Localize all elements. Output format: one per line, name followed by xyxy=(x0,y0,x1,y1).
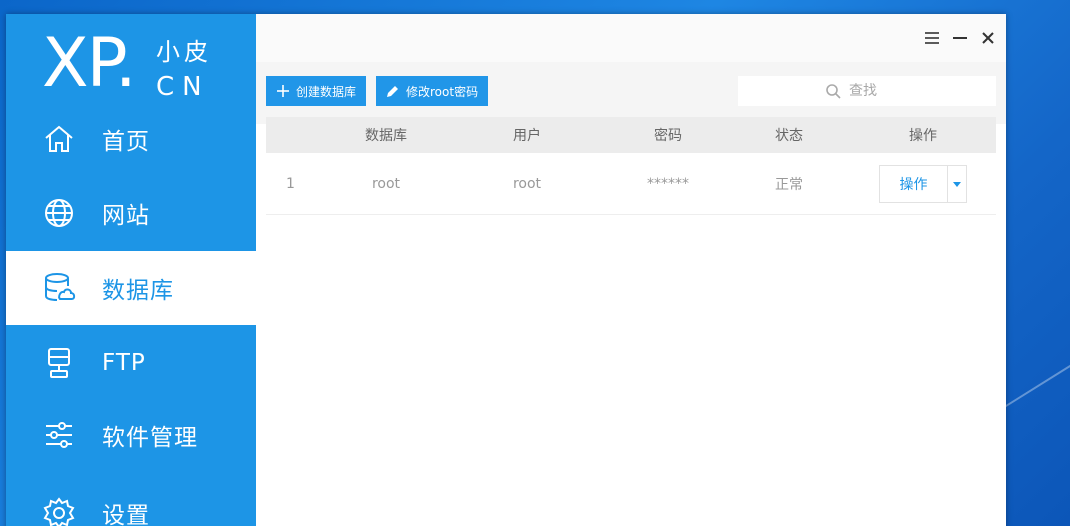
logo: XP. 小皮 CN xyxy=(42,24,232,106)
table-row: 1 root root ****** 正常 操作 xyxy=(266,153,996,215)
row-action-cell: 操作 xyxy=(850,164,996,203)
sliders-icon xyxy=(42,418,76,452)
search-input[interactable] xyxy=(849,83,909,99)
gear-icon xyxy=(42,496,76,526)
create-database-button[interactable]: 创建数据库 xyxy=(266,76,367,106)
row-user: root xyxy=(512,175,542,192)
sidebar-item-label: 首页 xyxy=(102,129,150,155)
main-panel: 创建数据库 修改root密码 数据库 用户 密码 状态 操作 1 root xyxy=(256,14,1006,526)
sidebar: XP. 小皮 CN 首页 网站 数据库 FTP 软件管理 设置 xyxy=(6,14,256,526)
ftp-icon xyxy=(42,346,76,380)
app-window: XP. 小皮 CN 首页 网站 数据库 FTP 软件管理 设置 创建数据库 修改… xyxy=(6,14,1006,526)
sidebar-item-label: 数据库 xyxy=(102,278,174,304)
sidebar-item-home[interactable]: 首页 xyxy=(6,102,256,176)
sidebar-item-software[interactable]: 软件管理 xyxy=(6,398,256,472)
menu-icon[interactable] xyxy=(920,28,944,48)
row-password: ****** xyxy=(647,175,689,192)
table-header: 数据库 用户 密码 状态 操作 xyxy=(266,117,996,153)
home-icon xyxy=(42,122,76,156)
sidebar-item-database[interactable]: 数据库 xyxy=(6,251,256,325)
action-button[interactable]: 操作 xyxy=(880,165,948,202)
header-database: 数据库 xyxy=(365,128,407,144)
search-box[interactable] xyxy=(738,76,996,106)
sidebar-item-ftp[interactable]: FTP xyxy=(6,326,256,400)
title-bar xyxy=(256,14,1006,62)
sidebar-item-settings[interactable]: 设置 xyxy=(6,476,256,526)
toolbar: 创建数据库 修改root密码 xyxy=(266,76,489,106)
database-table: 数据库 用户 密码 状态 操作 1 root root ****** 正常 操作 xyxy=(266,117,996,215)
header-user: 用户 xyxy=(513,128,541,144)
change-root-password-button[interactable]: 修改root密码 xyxy=(376,76,489,106)
database-icon xyxy=(42,271,76,305)
row-database: root xyxy=(371,175,401,192)
search-icon xyxy=(826,84,841,99)
logo-brand: XP. xyxy=(42,24,137,103)
action-button-group: 操作 xyxy=(879,164,967,203)
sidebar-item-website[interactable]: 网站 xyxy=(6,176,256,250)
chevron-down-icon[interactable] xyxy=(948,166,966,202)
header-status: 状态 xyxy=(775,128,803,144)
row-index: 1 xyxy=(286,175,295,192)
header-action: 操作 xyxy=(909,128,937,144)
logo-domain: CN xyxy=(156,72,210,102)
header-password: 密码 xyxy=(654,128,682,144)
close-icon[interactable] xyxy=(976,28,1000,48)
logo-small-text: 小皮 xyxy=(156,38,212,66)
change-root-password-label: 修改root密码 xyxy=(406,84,479,99)
sidebar-item-label: 设置 xyxy=(102,503,150,526)
plus-icon xyxy=(277,85,289,97)
sidebar-item-label: 软件管理 xyxy=(102,425,198,451)
create-database-label: 创建数据库 xyxy=(296,84,357,99)
sidebar-item-label: FTP xyxy=(102,350,146,376)
globe-icon xyxy=(42,196,76,230)
pencil-icon xyxy=(387,86,399,97)
row-status: 正常 xyxy=(775,176,803,193)
minimize-icon[interactable] xyxy=(948,28,972,48)
sidebar-item-label: 网站 xyxy=(102,203,150,229)
window-controls xyxy=(920,28,1000,48)
